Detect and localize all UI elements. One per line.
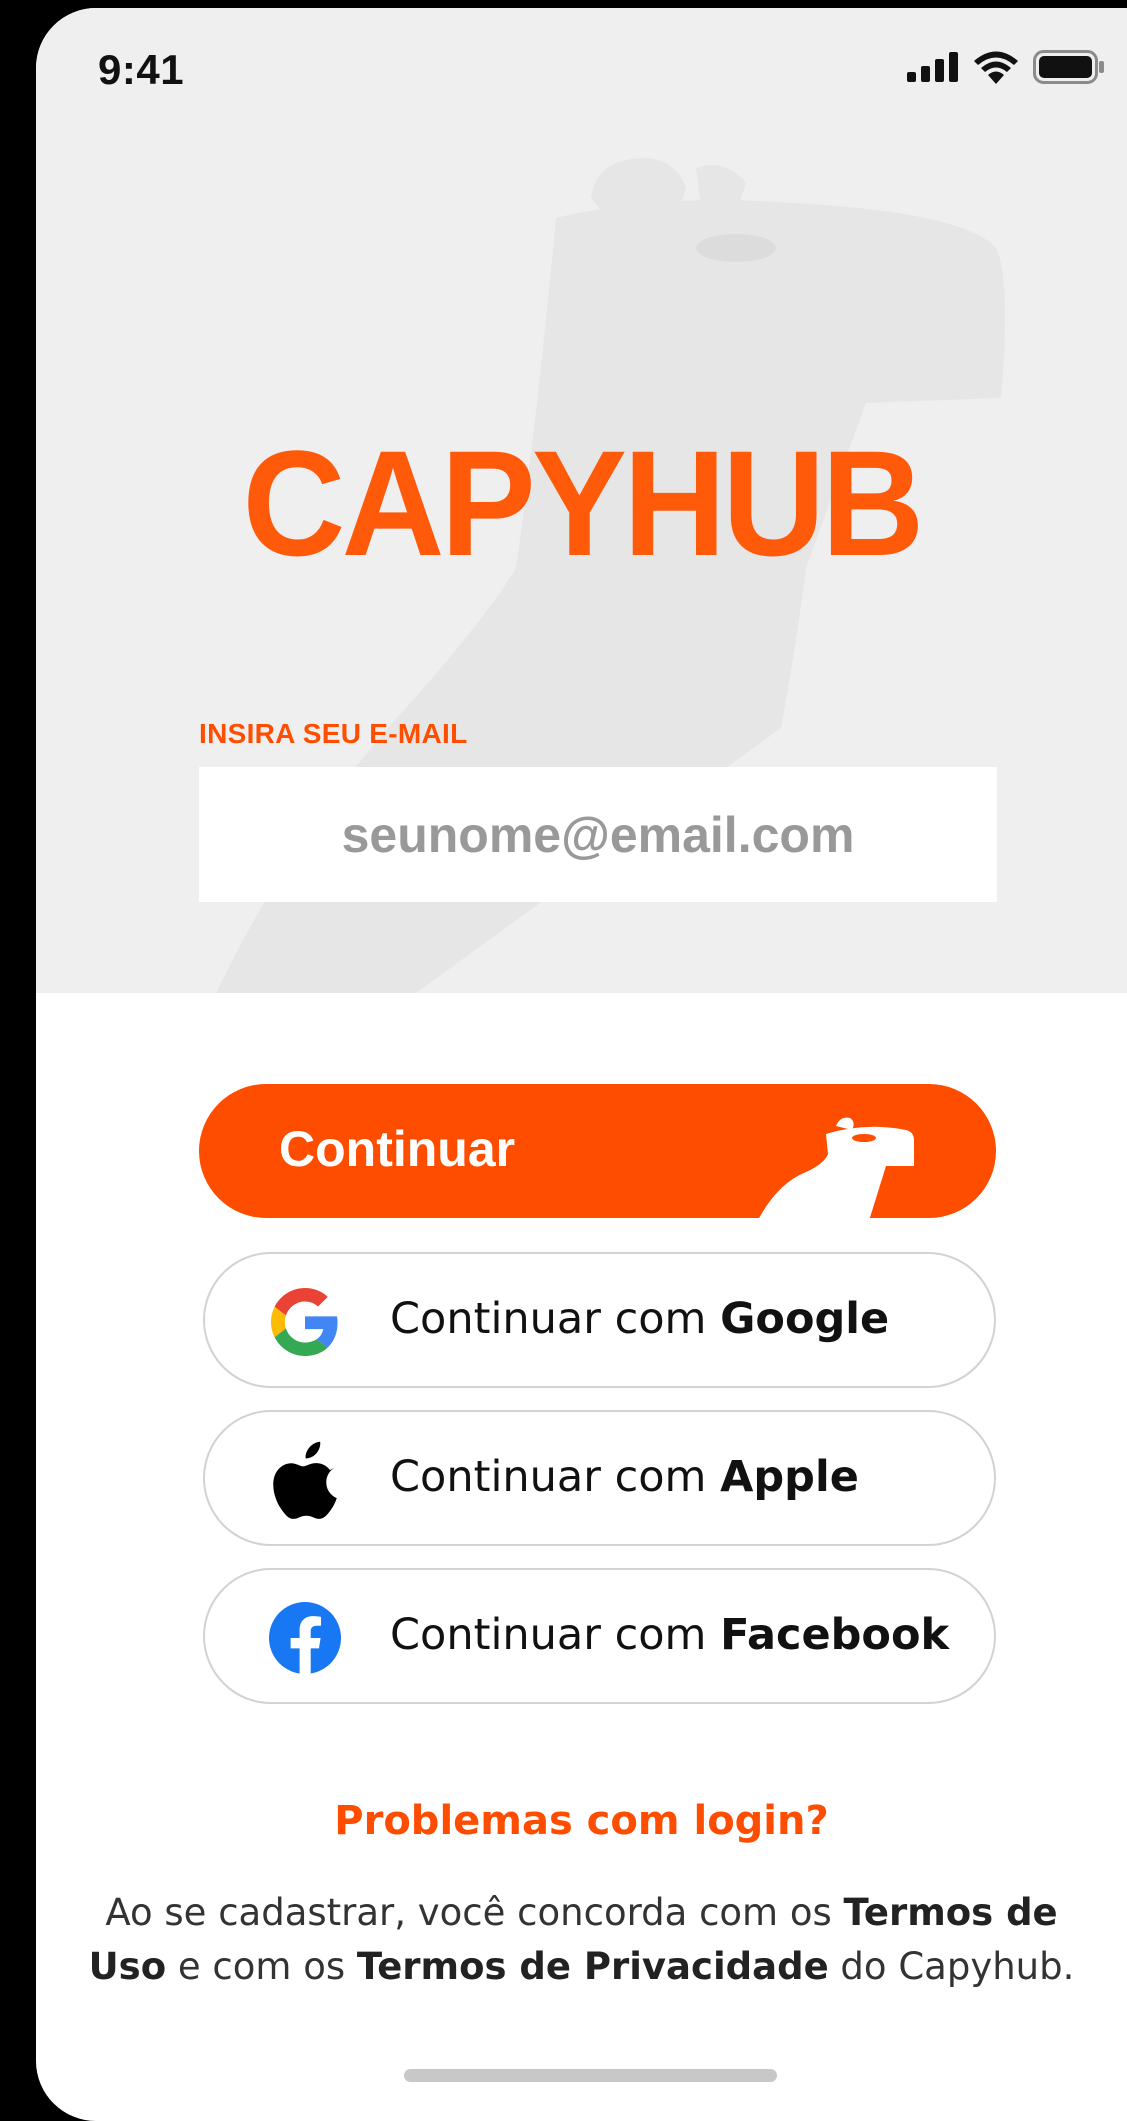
apple-button-label: Continuar com Apple (390, 1452, 859, 1502)
capyhub-logo: CAPYHUB (242, 419, 924, 587)
status-time: 9:41 (98, 46, 185, 93)
home-indicator (404, 2069, 777, 2082)
hero-section: 9:41 CAPYHUB INSIRA SEU E-MAIL (36, 8, 1127, 993)
phone-screen: 9:41 CAPYHUB INSIRA SEU E-MAIL C (36, 8, 1127, 2121)
status-icons (907, 50, 1105, 84)
privacy-terms-link[interactable]: Termos de Privacidade (357, 1945, 829, 1988)
continue-with-apple-button[interactable]: Continuar com Apple (203, 1410, 996, 1546)
facebook-icon (269, 1602, 341, 1675)
wifi-icon (974, 51, 1018, 84)
continue-with-google-button[interactable]: Continuar com Google (203, 1252, 996, 1388)
login-problems-link[interactable]: Problemas com login? (36, 1798, 1127, 1844)
google-button-label: Continuar com Google (390, 1294, 890, 1344)
email-input[interactable] (199, 767, 997, 902)
cellular-signal-icon (907, 52, 958, 82)
capybara-icon (759, 1117, 914, 1218)
terms-notice: Ao se cadastrar, você concorda com os Te… (88, 1891, 1075, 1988)
facebook-button-label: Continuar com Facebook (390, 1610, 950, 1660)
battery-icon (1033, 50, 1104, 84)
continue-with-facebook-button[interactable]: Continuar com Facebook (203, 1568, 996, 1704)
apple-icon (269, 1441, 341, 1519)
email-label: INSIRA SEU E-MAIL (199, 718, 468, 749)
google-icon (269, 1286, 341, 1358)
continue-button[interactable]: Continuar (199, 1084, 996, 1218)
continue-button-label: Continuar (279, 1121, 516, 1177)
